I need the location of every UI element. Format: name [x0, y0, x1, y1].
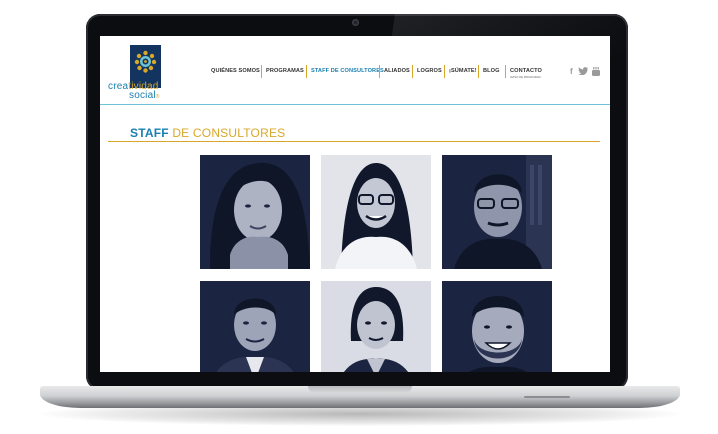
- nav-divider: [478, 65, 479, 78]
- laptop-opening-notch: [308, 386, 412, 393]
- header-divider: [100, 104, 610, 105]
- nav-divider: [444, 65, 445, 78]
- woman-long-hair-portrait: [200, 155, 310, 269]
- logo-wordmark-line2: social®: [129, 90, 160, 101]
- consultant-photo-5[interactable]: [321, 281, 431, 372]
- nav-item-contacto[interactable]: CONTACTO: [510, 68, 542, 74]
- nav-divider: [412, 65, 413, 78]
- man-glasses-portrait: [442, 155, 552, 269]
- youtube-icon[interactable]: [592, 67, 600, 76]
- flower-logo-icon: [134, 50, 157, 73]
- nav-divider: [505, 65, 506, 78]
- nav-item-logros[interactable]: LOGROS: [417, 68, 442, 74]
- nav-item-programas[interactable]: PROGRAMAS: [266, 68, 304, 74]
- nav-item-sumate[interactable]: ¡SÚMATE!: [449, 68, 477, 74]
- laptop-foot-line: [524, 396, 570, 398]
- nav-divider: [306, 65, 307, 78]
- consultant-photo-6[interactable]: [442, 281, 552, 372]
- nav-item-aliados[interactable]: ALIADOS: [384, 68, 410, 74]
- woman-hair-tied-portrait: [321, 281, 431, 372]
- consultant-photo-1[interactable]: [200, 155, 310, 269]
- nav-item-blog[interactable]: BLOG: [483, 68, 500, 74]
- nav-item-staff-de-consultores[interactable]: STAFF DE CONSULTORES: [311, 68, 384, 74]
- page-title: STAFF DE CONSULTORES: [130, 126, 286, 140]
- title-underline: [108, 141, 600, 142]
- twitter-icon[interactable]: [578, 67, 588, 75]
- site-header: creatividad social® QUIÉNES SOMOS PROGRA…: [100, 36, 610, 106]
- browser-screen: creatividad social® QUIÉNES SOMOS PROGRA…: [100, 36, 610, 372]
- consultant-photo-3[interactable]: [442, 155, 552, 269]
- nav-divider: [261, 65, 262, 78]
- nav-item-quienes-somos[interactable]: QUIÉNES SOMOS: [211, 68, 260, 74]
- woman-glasses-portrait: [321, 155, 431, 269]
- camera-icon: [352, 19, 359, 26]
- man-suit-portrait: [200, 281, 310, 372]
- facebook-icon[interactable]: f: [570, 67, 573, 76]
- consultant-photo-4[interactable]: [200, 281, 310, 372]
- privacy-notice-link[interactable]: AVISO DE PRIVACIDAD: [510, 75, 541, 79]
- consultant-photo-2[interactable]: [321, 155, 431, 269]
- nav-divider: [379, 65, 380, 78]
- man-beard-smiling-portrait: [442, 281, 552, 372]
